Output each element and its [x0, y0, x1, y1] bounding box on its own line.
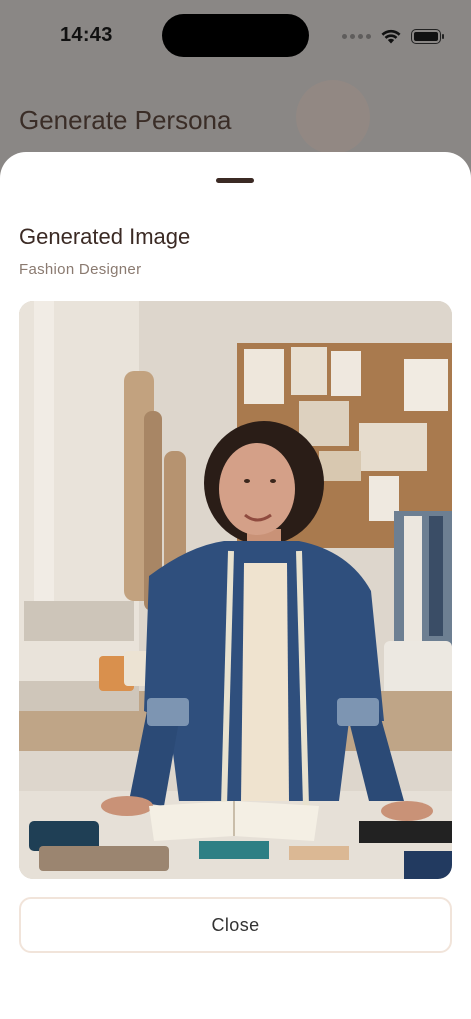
cellular-signal-icon	[342, 33, 371, 39]
generated-persona-image	[19, 301, 452, 879]
status-icons	[342, 27, 444, 45]
battery-icon	[411, 28, 444, 44]
bottom-sheet: Generated Image Fashion Designer Close	[0, 152, 471, 1019]
status-bar: 14:43	[0, 0, 471, 70]
close-button[interactable]: Close	[19, 897, 452, 953]
wifi-icon	[381, 29, 401, 43]
sheet-title: Generated Image	[19, 224, 191, 249]
background-avatar	[296, 80, 370, 154]
sheet-grabber[interactable]	[216, 178, 254, 183]
persona-role: Fashion Designer	[19, 261, 142, 278]
status-time: 14:43	[60, 24, 113, 46]
background-page-title: Generate Persona	[19, 105, 232, 135]
dynamic-island	[162, 14, 309, 57]
